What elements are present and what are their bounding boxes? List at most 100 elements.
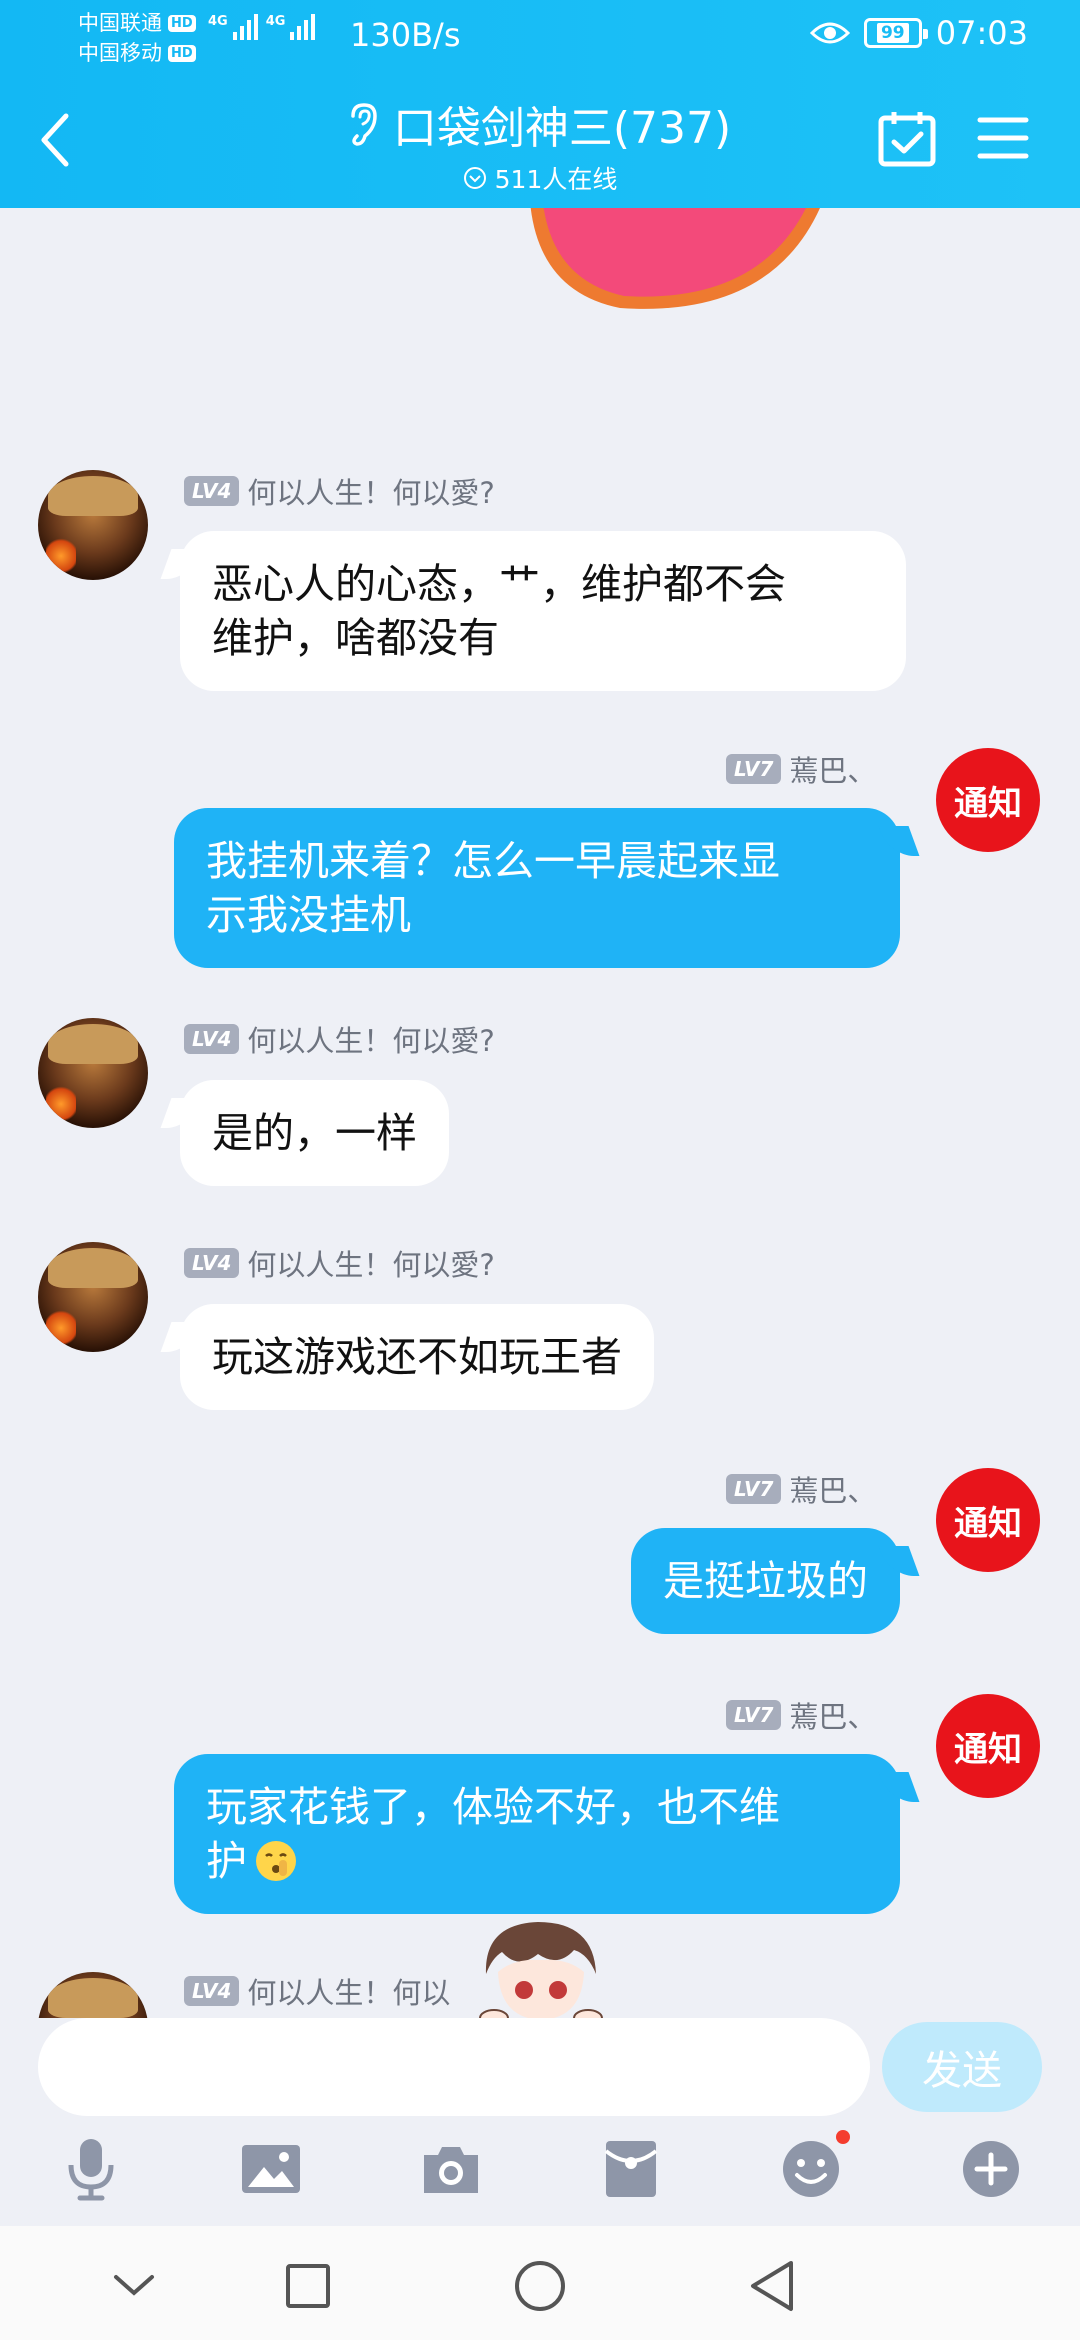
sender-name[interactable]: 何以人生！何以愛? [247,1018,494,1060]
image-icon [242,2145,300,2193]
sender-name[interactable]: 何以人生！何以愛? [247,470,494,512]
battery-level: 99 [876,23,909,43]
message-text: 是挺垃圾的 [663,1557,868,1605]
level-badge: LV7 [726,1474,782,1504]
level-badge: LV4 [184,1248,240,1278]
red-packet-button[interactable] [596,2134,666,2204]
page-title: 口袋剑神三(737) [392,103,732,154]
input-bar: 发送 [0,2018,1080,2218]
net-speed: 130B/s [350,16,461,54]
message-bubble[interactable]: 是的，一样 [180,1080,449,1186]
online-icon [463,167,486,189]
level-badge: LV7 [726,754,782,784]
message-bubble[interactable]: 我挂机来着？怎么一早晨起来显 示我没挂机 [174,808,900,968]
send-button[interactable]: 发送 [882,2022,1042,2112]
eye-icon [809,22,850,44]
notice-label: 通知 [954,1729,1022,1770]
mic-icon [68,2139,114,2201]
sender-name[interactable]: 何以人生！何以 [247,1970,450,2012]
status-right: 99 07:03 [809,14,1028,52]
more-button[interactable] [956,2134,1026,2204]
message-bubble[interactable]: 恶心人的心态，艹，维护都不会 维护，啥都没有 [180,531,906,691]
sender-meta: LV7 蔫巴、 [726,1694,876,1736]
signal-icon: 4G [208,14,258,40]
level-badge: LV7 [726,1700,782,1730]
sender-name[interactable]: 蔫巴、 [789,748,876,790]
message-text: 玩这游戏还不如玩王者 [212,1333,622,1381]
sender-name[interactable]: 何以人生！何以愛? [247,1242,494,1284]
message-bubble[interactable]: 玩这游戏还不如玩王者 [180,1304,654,1410]
avatar[interactable] [38,1972,148,2018]
carrier-2: 中国移动 [78,41,162,65]
message-text: 示我没挂机 [206,891,411,939]
tool-row [0,2128,1080,2218]
hd-badge: HD [168,14,196,32]
chat-header: 中国联通 HD 中国移动 HD 4G 4G 130B/s 99 07:03 口袋剑神… [0,0,1080,208]
notice-label: 通知 [954,783,1022,824]
sender-meta: LV7 蔫巴、 [726,748,876,790]
nav-back-button[interactable] [742,2256,802,2316]
emoji-button[interactable] [776,2130,850,2204]
triangle-back-icon [751,2261,793,2311]
level-badge: LV4 [184,1024,240,1054]
shush-emoji-icon [256,1841,296,1881]
nav-hide-button[interactable] [104,2256,164,2316]
emoji-icon [783,2141,839,2197]
plus-icon [963,2141,1019,2197]
message-bubble[interactable]: 是挺垃圾的 [631,1528,900,1634]
camera-button[interactable] [416,2134,486,2204]
sender-meta: LV7 蔫巴、 [726,1468,876,1510]
sender-meta: LV4 何以人生！何以 [184,1970,450,2012]
level-badge: LV4 [184,1976,240,2006]
sender-meta: LV4 何以人生！何以愛? [184,470,495,512]
sender-name[interactable]: 蔫巴、 [789,1468,876,1510]
message-text: 是的，一样 [212,1109,417,1157]
notice-avatar[interactable]: 通知 [936,1694,1040,1798]
notice-label: 通知 [954,1503,1022,1544]
carrier-1: 中国联通 [78,11,162,35]
carrier-info: 中国联通 HD 中国移动 HD [78,8,196,68]
net-type: 4G [208,14,228,29]
message-text: 护 [206,1837,247,1885]
hd-badge: HD [168,44,196,62]
circle-icon [515,2261,565,2311]
image-button[interactable] [236,2134,306,2204]
message-input[interactable] [38,2018,870,2116]
sticker-image[interactable] [520,208,830,318]
online-count: 511人在线 [494,165,618,194]
notice-avatar[interactable]: 通知 [936,748,1040,852]
chat-list[interactable]: LV4 何以人生！何以愛? 恶心人的心态，艹，维护都不会 维护，啥都没有 通知 … [0,208,1080,2018]
voice-button[interactable] [56,2134,126,2204]
avatar[interactable] [38,1242,148,1352]
net-type: 4G [265,14,286,29]
sender-meta: LV4 何以人生！何以愛? [184,1018,495,1060]
avatar[interactable] [38,470,148,580]
unread-dot [836,2130,850,2144]
system-nav-bar [0,2226,1080,2340]
nav-recents-button[interactable] [278,2256,338,2316]
signal-icons: 4G 4G [208,14,316,40]
red-packet-icon [604,2141,658,2197]
sender-meta: LV4 何以人生！何以愛? [184,1242,495,1284]
checkin-calendar-button[interactable] [876,108,938,170]
camera-icon [424,2147,478,2193]
sender-name[interactable]: 蔫巴、 [789,1694,876,1736]
message-text: 玩家花钱了，体验不好，也不维 [206,1783,780,1831]
square-icon [286,2264,330,2308]
message-text: 维护，啥都没有 [212,614,499,662]
status-bar: 中国联通 HD 中国移动 HD 4G 4G 130B/s 99 07:03 [0,0,1080,72]
menu-button[interactable] [976,114,1030,162]
message-text: 恶心人的心态，艹，维护都不会 [212,560,786,608]
nav-home-button[interactable] [510,2256,570,2316]
notice-avatar[interactable]: 通知 [936,1468,1040,1572]
level-badge: LV4 [184,476,240,506]
signal-icon: 4G [266,14,316,40]
mascot-character[interactable] [478,1914,604,2018]
battery-icon: 99 [863,18,928,48]
avatar[interactable] [38,1018,148,1128]
message-bubble[interactable]: 玩家花钱了，体验不好，也不维 护 [174,1754,900,1914]
chevron-down-icon [114,2275,154,2296]
message-text: 我挂机来着？怎么一早晨起来显 [206,837,780,885]
ear-icon[interactable] [349,102,379,146]
clock: 07:03 [935,14,1028,52]
